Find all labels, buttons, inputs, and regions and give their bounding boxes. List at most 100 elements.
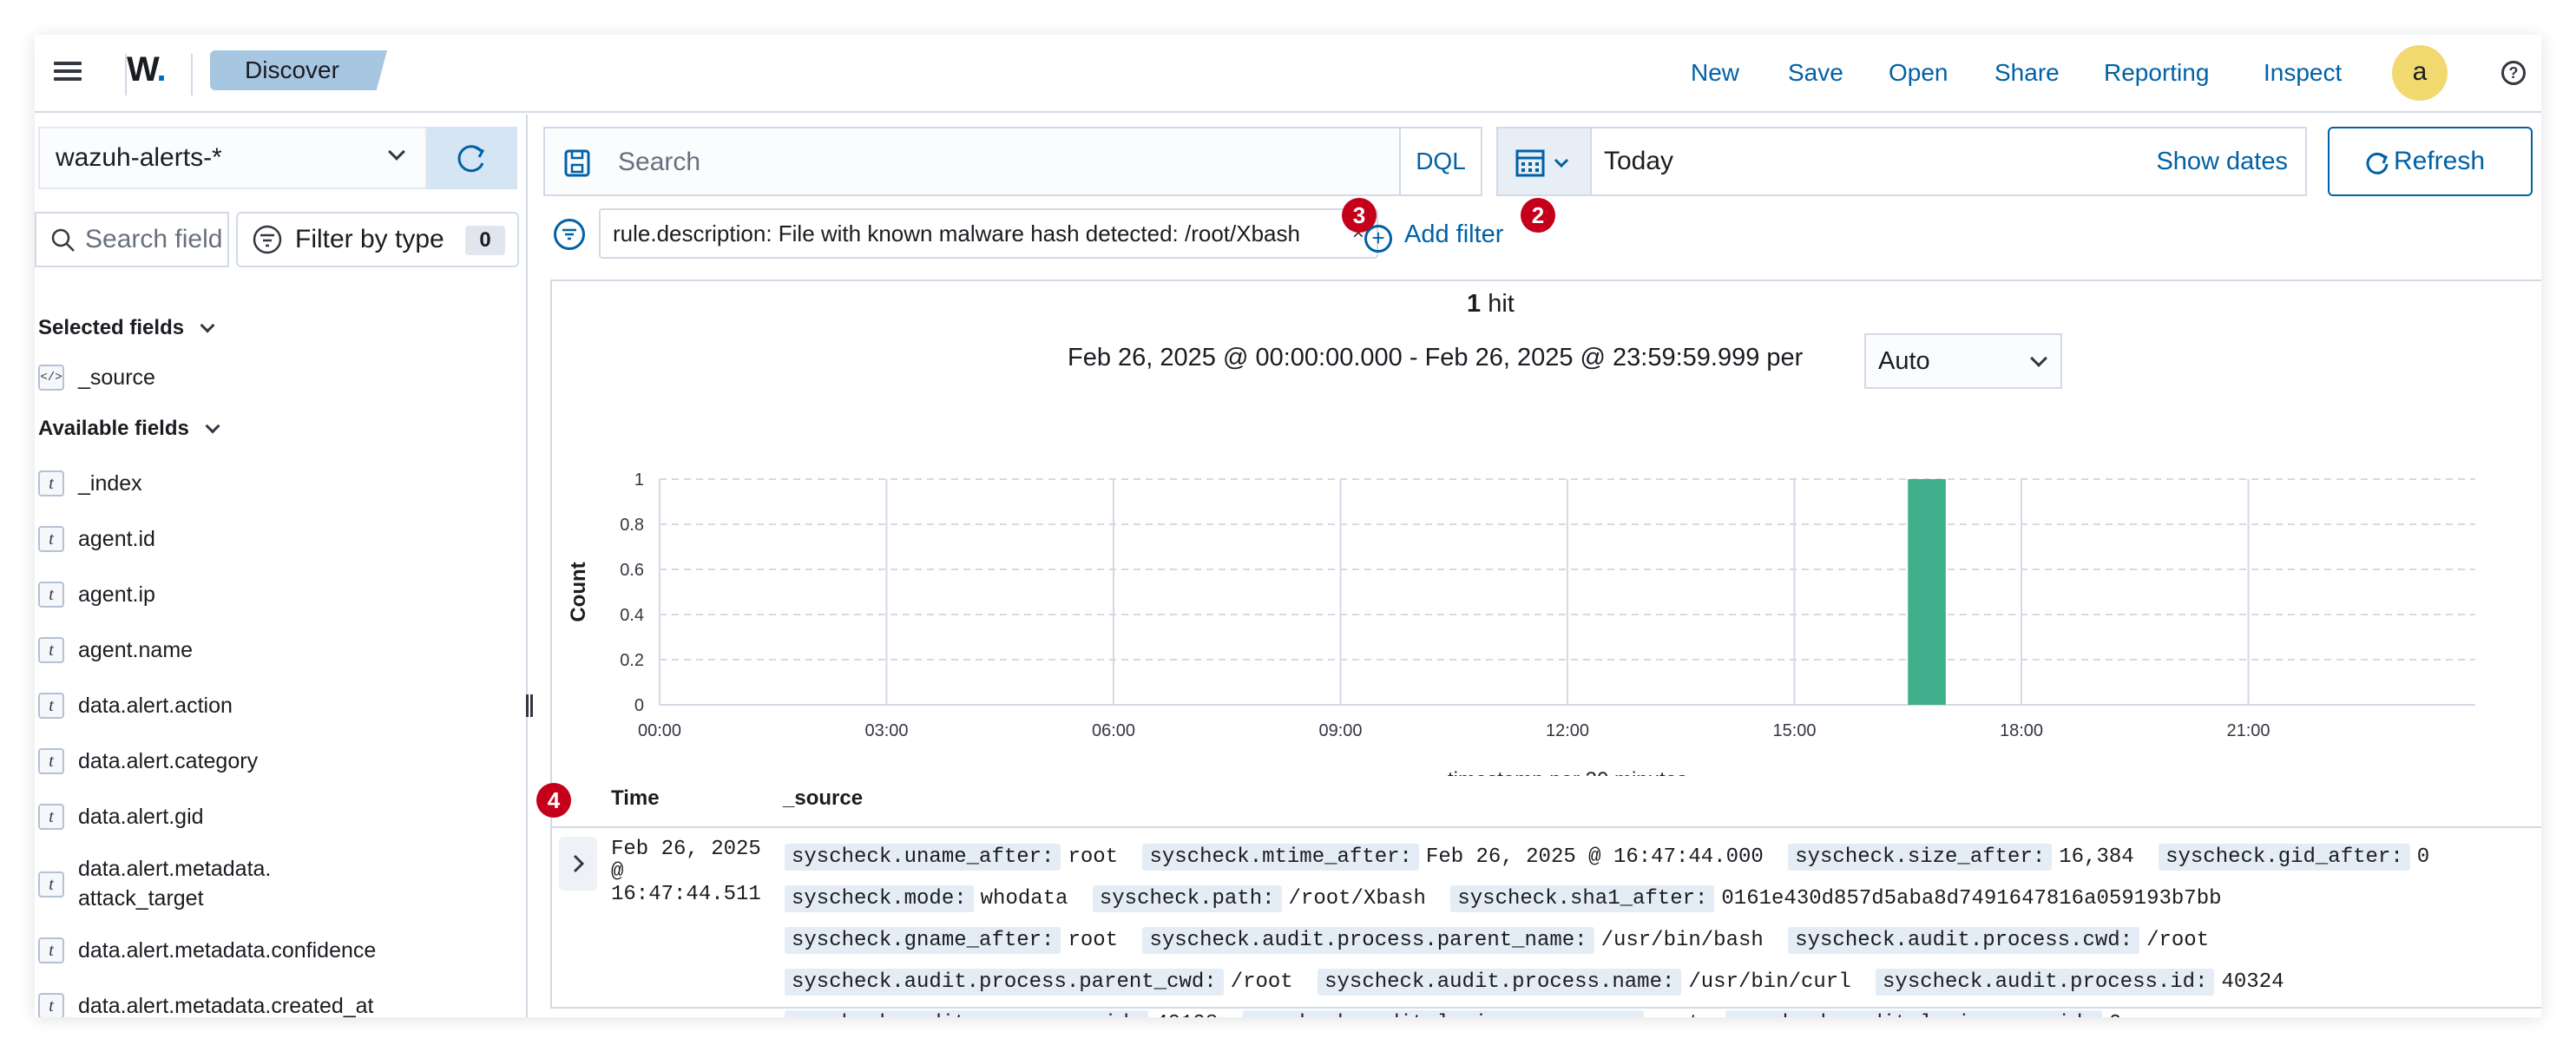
refresh-label: Refresh [2394,147,2486,175]
chevron-down-icon [200,318,215,333]
string-field-icon: t [38,637,64,663]
source-field-value: 40324 [2221,970,2284,994]
inspect-button[interactable]: Inspect [2264,54,2342,92]
selected-fields-title[interactable]: Selected fields [38,316,215,340]
source-field-icon: </> [38,365,64,391]
sidebar-resize-handle[interactable] [524,694,535,717]
available-fields-title[interactable]: Available fields [38,417,220,441]
hits-counter: 1 hit [1467,290,1515,318]
source-field-value: /root [2146,929,2210,952]
source-field-key: syscheck.audit.process.cwd: [1788,927,2140,954]
string-field-icon: t [38,871,64,897]
histogram-bar [1908,479,1946,705]
filter-icon [253,225,282,254]
string-field-icon: t [38,693,64,719]
string-field-icon: t [38,993,64,1017]
histogram-chart[interactable]: 0 0.2 0.4 0.6 0.8 1 00:00 03:00 06:00 09:00 12:00 1… [552,394,2541,776]
source-field-key: syscheck.audit.process.parent_name: [1142,927,1594,954]
column-header-time[interactable]: Time [611,786,660,812]
date-value: Today [1604,147,1674,175]
expand-row-button[interactable] [559,837,597,891]
annotation-badge: 2 [1521,198,1555,233]
chevron-right-icon [573,854,585,873]
x-tick-label: 21:00 [2226,721,2270,740]
y-tick-label: 0.4 [620,606,644,625]
refresh-icon [457,145,485,173]
filter-pill[interactable]: rule.description: File with known malwar… [599,208,1378,259]
y-tick-label: 0.6 [620,561,644,580]
source-field-value: /usr/bin/curl [1688,970,1851,994]
source-field-key: syscheck.audit.process.id: [1876,969,2215,996]
source-field-key: syscheck.mode: [785,885,974,912]
chevron-down-icon [205,418,220,434]
breadcrumb-discover[interactable]: Discover [210,50,387,90]
annotation-badge: 3 [1342,198,1377,233]
x-axis-label: timestamp per 30 minutes [1448,768,1687,776]
new-button[interactable]: New [1691,54,1739,92]
share-button[interactable]: Share [1994,54,2060,92]
refresh-button[interactable]: Refresh [2328,127,2533,196]
filter-pill-label: rule.description: File with known malwar… [613,220,1300,247]
string-field-icon: t [38,582,64,608]
annotation-badge: 4 [536,783,571,818]
source-field-key: syscheck.gid_after: [2159,844,2410,871]
source-field-value: /root/Xbash [1288,887,1426,911]
source-field-value: /root [1230,970,1293,994]
menu-icon[interactable] [52,57,83,89]
show-dates-link[interactable]: Show dates [2156,128,2288,194]
open-button[interactable]: Open [1889,54,1948,92]
string-field-icon: t [38,526,64,552]
source-field-value: Feb 26, 2025 @ 16:47:44.000 [1425,845,1764,869]
filter-by-type-button[interactable]: Filter by type 0 [236,212,519,267]
y-tick-label: 0 [634,696,644,715]
source-field-key: syscheck.audit.login_user.id: [1725,1010,2102,1017]
field-sidebar: wazuh-alerts-* Search field names Fi [35,115,528,1017]
date-quick-menu-button[interactable] [1496,127,1592,196]
add-filter-label: Add filter [1404,220,1504,248]
source-field-value: root [1651,1012,1701,1017]
column-header-source[interactable]: _source [783,786,863,812]
source-field-value: 0 [2109,1012,2121,1017]
x-tick-label: 15:00 [1772,721,1816,740]
source-field-value: root [1068,929,1119,952]
x-tick-label: 00:00 [638,721,681,740]
source-field-key: syscheck.gname_after: [785,927,1061,954]
date-range-display[interactable]: Today Show dates [1590,127,2307,196]
reporting-button[interactable]: Reporting [2104,54,2209,92]
query-language-button[interactable]: DQL [1399,127,1482,196]
x-tick-label: 06:00 [1092,721,1135,740]
source-field-key: syscheck.audit.login_user.name: [1242,1010,1645,1017]
chevron-down-icon [2030,350,2047,367]
string-field-icon: t [38,748,64,774]
divider [191,54,193,95]
field-name: _source [78,365,155,390]
source-field-key: syscheck.path: [1092,885,1282,912]
logo[interactable]: W. [127,50,167,89]
source-field-value: 0161e430d857d5aba8d7491647816a059193b7bb [1721,887,2222,911]
chevron-down-icon [388,143,405,161]
header-divider [552,826,2541,828]
source-field-value: 0 [2416,845,2430,869]
filter-options-icon[interactable] [554,219,585,250]
save-button[interactable]: Save [1788,54,1843,92]
string-field-icon: t [38,804,64,830]
filter-lines [562,228,576,240]
source-field-value: root [1068,845,1119,869]
source-field-value: whodata [980,887,1068,911]
string-field-icon: t [38,470,64,496]
x-tick-label: 09:00 [1318,721,1362,740]
index-pattern-select[interactable]: wazuh-alerts-* [38,127,427,189]
x-tick-label: 03:00 [864,721,908,740]
filter-count-badge: 0 [465,226,505,255]
source-field-value: /usr/bin/bash [1600,929,1764,952]
field-search-placeholder: Search field names [85,225,227,253]
saved-query-button[interactable] [543,127,609,196]
interval-select[interactable]: Auto [1864,333,2062,389]
source-field-key: syscheck.audit.process.name: [1318,969,1682,996]
refresh-index-button[interactable] [427,127,517,189]
add-filter-button[interactable]: + Add filter [1364,217,1503,253]
avatar[interactable]: a [2392,45,2448,101]
search-input[interactable]: Search [608,127,1401,196]
field-search-input[interactable]: Search field names [35,212,229,267]
help-icon[interactable]: ? [2501,61,2526,85]
